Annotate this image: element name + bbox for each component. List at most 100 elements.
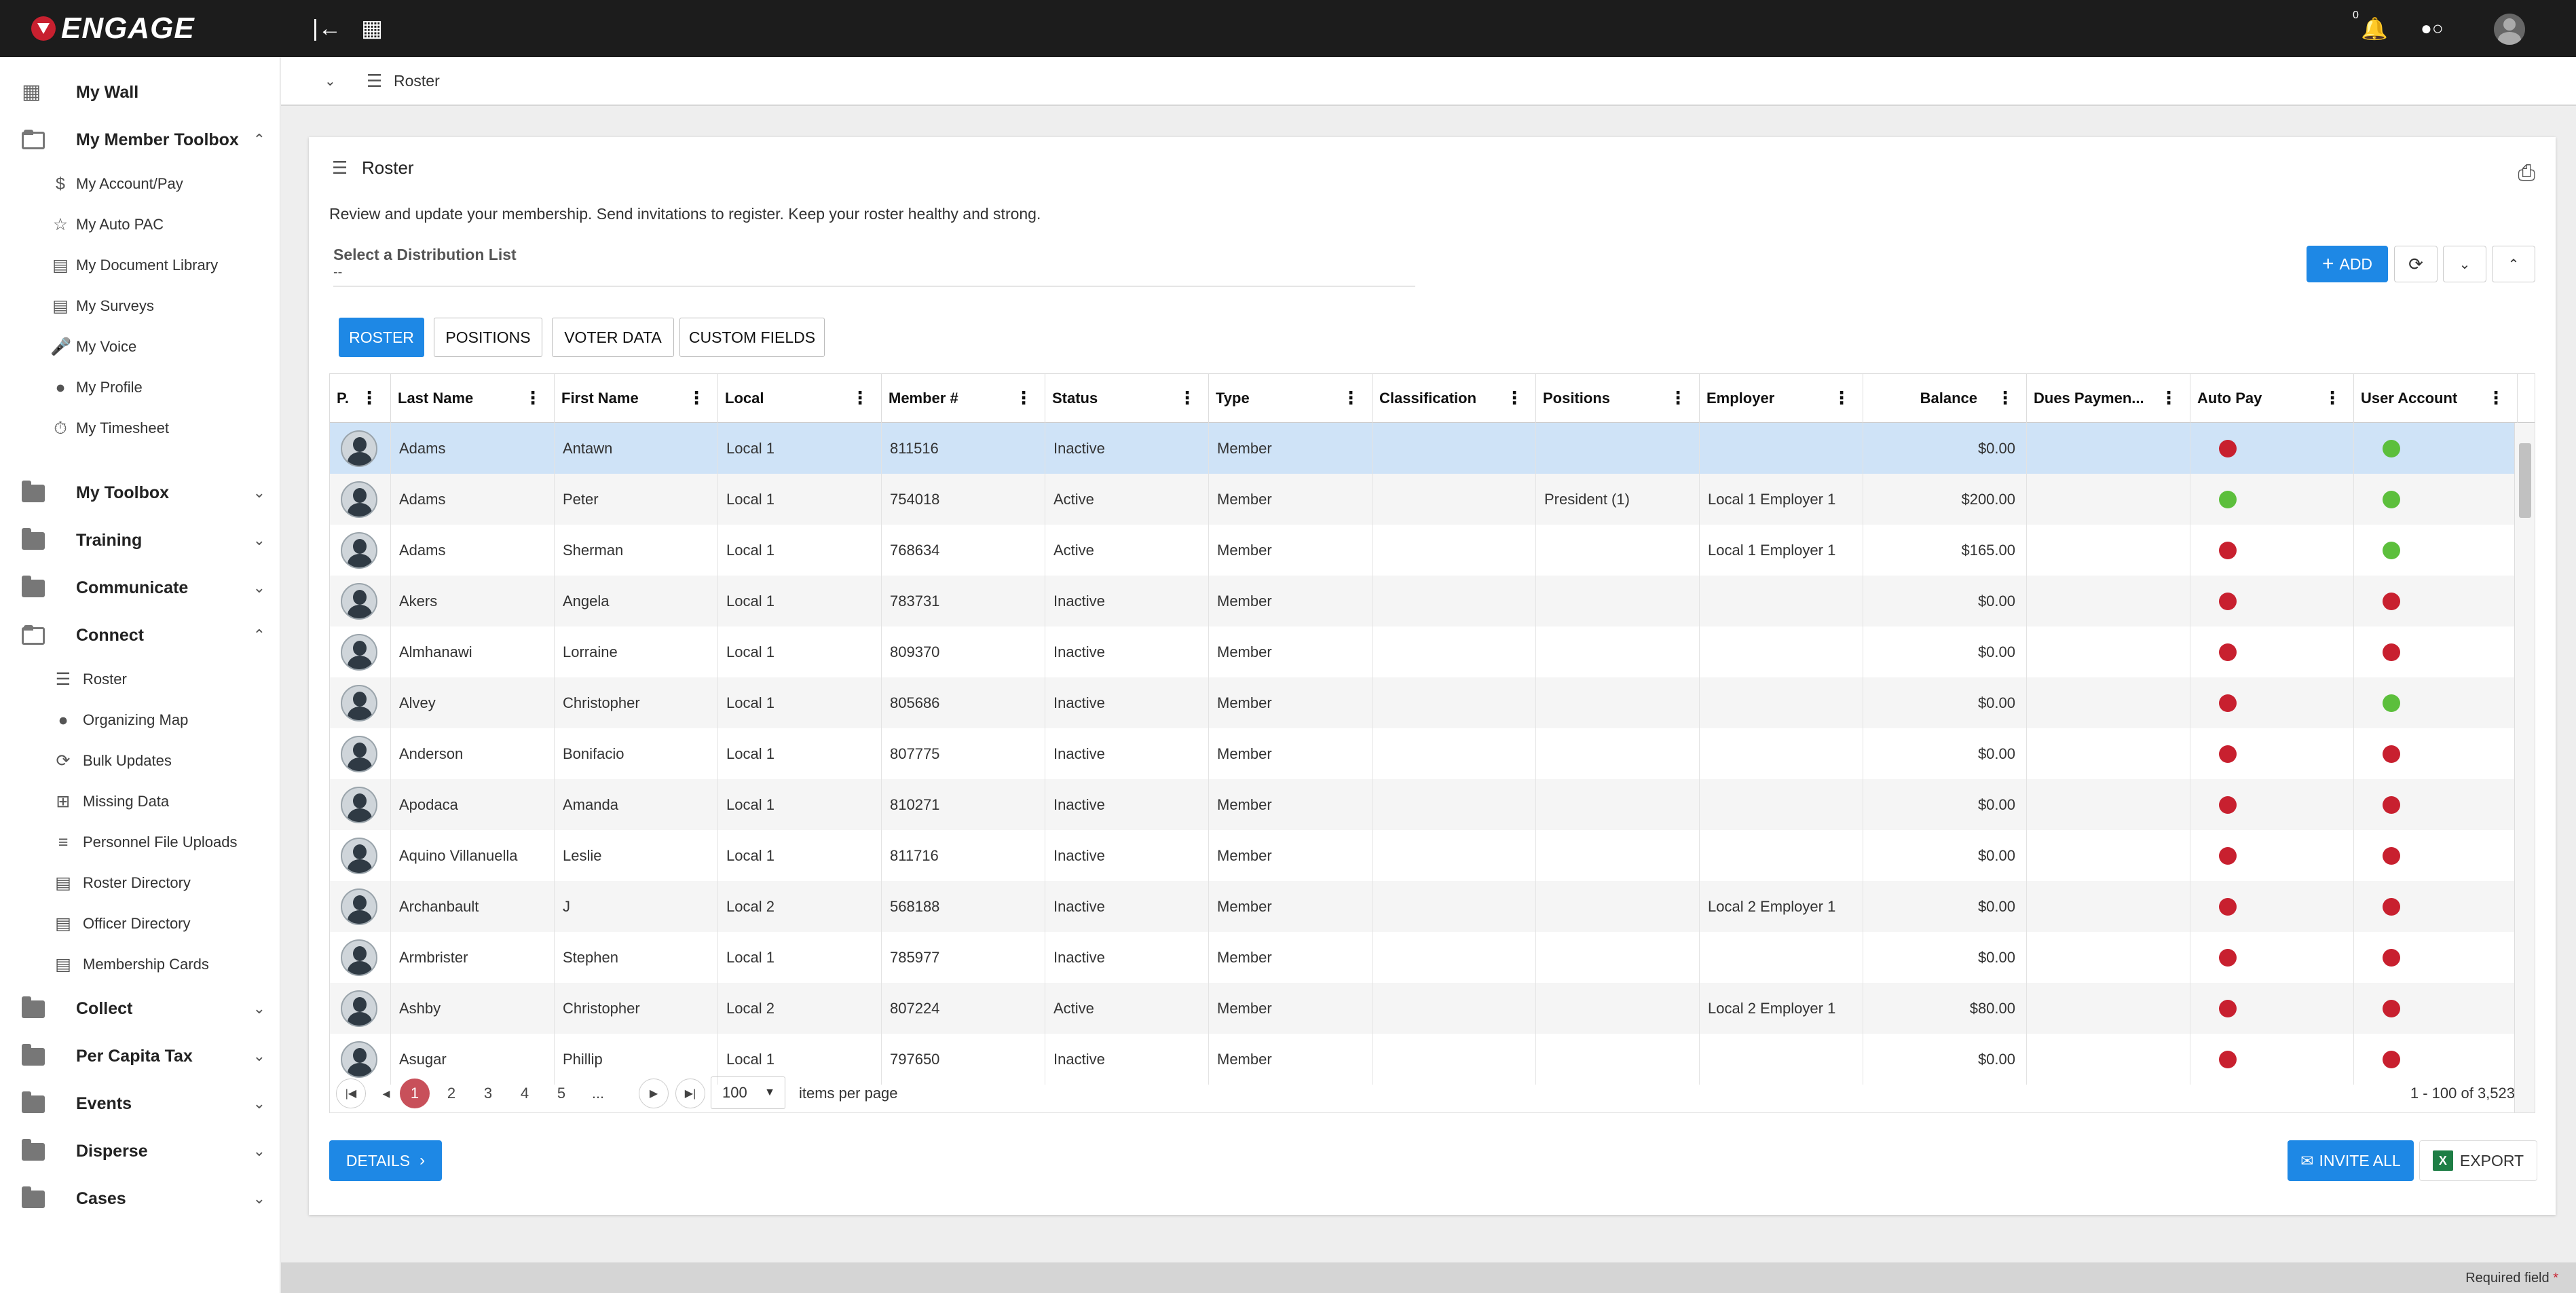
- page-size-select[interactable]: 100 ▼: [711, 1076, 785, 1109]
- next-page-button[interactable]: ▶: [639, 1079, 669, 1108]
- breadcrumb-chevron-down-icon[interactable]: ⌄: [324, 73, 336, 90]
- table-row[interactable]: Ashby Christopher Local 2 807224 Active Membe…: [330, 983, 2518, 1034]
- notifications-bell-icon[interactable]: 🔔: [2361, 15, 2388, 42]
- chevron-down-icon[interactable]: ⌄: [253, 484, 265, 502]
- column-header-p[interactable]: P. ⋮: [330, 374, 391, 423]
- tab-roster[interactable]: ROSTER: [339, 318, 424, 357]
- table-row[interactable]: Armbrister Stephen Local 1 785977 Inactive Me…: [330, 932, 2518, 983]
- sidebar-item-connect[interactable]: Connect ⌃: [0, 612, 280, 659]
- breadcrumb-label[interactable]: Roster: [394, 72, 440, 90]
- column-menu-icon[interactable]: ⋮: [688, 389, 705, 407]
- table-row[interactable]: Alvey Christopher Local 1 805686 Inactive Mem…: [330, 677, 2518, 728]
- column-menu-icon[interactable]: ⋮: [1342, 389, 1360, 407]
- expand-all-button[interactable]: ⌄: [2443, 246, 2486, 282]
- column-menu-icon[interactable]: ⋮: [851, 389, 869, 407]
- sidebar-item-officer-directory[interactable]: ▤ Officer Directory: [0, 903, 280, 944]
- sidebar-item-cases[interactable]: Cases ⌄: [0, 1175, 280, 1222]
- member-avatar[interactable]: [341, 990, 377, 1027]
- column-menu-icon[interactable]: ⋮: [1506, 389, 1523, 407]
- column-header-classification[interactable]: Classification ⋮: [1373, 374, 1536, 423]
- member-avatar[interactable]: [341, 735, 377, 772]
- column-header-last-name[interactable]: Last Name ⋮: [391, 374, 555, 423]
- first-page-button[interactable]: |◀: [336, 1079, 366, 1108]
- sidebar-item-roster-directory[interactable]: ▤ Roster Directory: [0, 863, 280, 903]
- sidebar-item-membership-cards[interactable]: ▤ Membership Cards: [0, 944, 280, 985]
- member-avatar[interactable]: [341, 582, 377, 620]
- member-avatar[interactable]: [341, 684, 377, 722]
- table-row[interactable]: Aquino Villanuella Leslie Local 1 811716 Ina…: [330, 830, 2518, 881]
- column-header-dues-paymen[interactable]: Dues Paymen... ⋮: [2027, 374, 2190, 423]
- distribution-list-select[interactable]: --: [333, 265, 1415, 286]
- collapse-sidebar-icon[interactable]: |←: [312, 15, 341, 42]
- column-header-user-account[interactable]: User Account ⋮: [2354, 374, 2518, 423]
- sidebar-item-my-document-library[interactable]: ▤ My Document Library: [0, 245, 280, 286]
- sidebar-item-training[interactable]: Training ⌄: [0, 517, 280, 564]
- sidebar-item-communicate[interactable]: Communicate ⌄: [0, 564, 280, 612]
- sidebar-item-roster[interactable]: ☰ Roster: [0, 659, 280, 700]
- column-menu-icon[interactable]: ⋮: [1833, 389, 1850, 407]
- page-5-button[interactable]: 5: [546, 1079, 576, 1108]
- sidebar-item-my-surveys[interactable]: ▤ My Surveys: [0, 286, 280, 326]
- chevron-down-icon[interactable]: ⌄: [253, 531, 265, 549]
- sidebar-item-missing-data[interactable]: ⊞ Missing Data: [0, 781, 280, 822]
- table-row[interactable]: Adams Antawn Local 1 811516 Inactive Member $0…: [330, 423, 2518, 474]
- column-header-balance[interactable]: Balance ⋮: [1863, 374, 2027, 423]
- column-menu-icon[interactable]: ⋮: [2323, 389, 2341, 407]
- table-row[interactable]: Akers Angela Local 1 783731 Inactive Member $0…: [330, 576, 2518, 626]
- column-header-first-name[interactable]: First Name ⋮: [555, 374, 718, 423]
- page-3-button[interactable]: 3: [473, 1079, 503, 1108]
- sidebar-item-events[interactable]: Events ⌄: [0, 1080, 280, 1127]
- sidebar-item-my-timesheet[interactable]: ⏱ My Timesheet: [0, 408, 280, 449]
- toggle-icon[interactable]: ●○: [2421, 15, 2444, 42]
- column-header-type[interactable]: Type ⋮: [1209, 374, 1373, 423]
- sidebar-item-my-voice[interactable]: 🎤 My Voice: [0, 326, 280, 367]
- column-menu-icon[interactable]: ⋮: [360, 389, 378, 407]
- sidebar-item-bulk-updates[interactable]: ⟳ Bulk Updates: [0, 741, 280, 781]
- user-avatar[interactable]: [2494, 14, 2525, 45]
- table-row[interactable]: Adams Peter Local 1 754018 Active Member Presi…: [330, 474, 2518, 525]
- export-button[interactable]: X EXPORT: [2419, 1140, 2537, 1181]
- grid-scrollbar-thumb[interactable]: [2519, 443, 2531, 518]
- invite-all-button[interactable]: ✉ INVITE ALL: [2288, 1140, 2414, 1181]
- sidebar-item-my-toolbox[interactable]: My Toolbox ⌄: [0, 469, 280, 517]
- add-button[interactable]: + ADD: [2307, 246, 2388, 282]
- tab-positions[interactable]: POSITIONS: [434, 318, 542, 357]
- chevron-down-icon[interactable]: ⌄: [253, 1000, 265, 1017]
- tab-voter-data[interactable]: VOTER DATA: [552, 318, 674, 357]
- chevron-down-icon[interactable]: ⌄: [253, 1095, 265, 1112]
- sidebar-item-organizing-map[interactable]: ● Organizing Map: [0, 700, 280, 741]
- sidebar-item-collect[interactable]: Collect ⌄: [0, 985, 280, 1032]
- member-avatar[interactable]: [341, 786, 377, 823]
- column-header-member[interactable]: Member # ⋮: [882, 374, 1045, 423]
- sidebar-item-disperse[interactable]: Disperse ⌄: [0, 1127, 280, 1175]
- column-header-local[interactable]: Local ⋮: [718, 374, 882, 423]
- member-avatar[interactable]: [341, 481, 377, 518]
- member-avatar[interactable]: [341, 1041, 377, 1078]
- sidebar-item-my-auto-pac[interactable]: ☆ My Auto PAC: [0, 204, 280, 245]
- sidebar-item-per-capita-tax[interactable]: Per Capita Tax ⌄: [0, 1032, 280, 1080]
- sidebar-item-my-member-toolbox[interactable]: My Member Toolbox ⌃: [0, 116, 280, 164]
- sidebar-item-my-profile[interactable]: ● My Profile: [0, 367, 280, 408]
- chevron-down-icon[interactable]: ⌄: [253, 1142, 265, 1160]
- engage-logo[interactable]: ENGAGE: [31, 12, 195, 45]
- sidebar-item-my-account-pay[interactable]: $ My Account/Pay: [0, 164, 280, 204]
- column-header-auto-pay[interactable]: Auto Pay ⋮: [2190, 374, 2354, 423]
- chevron-up-icon[interactable]: ⌃: [253, 131, 265, 149]
- member-avatar[interactable]: [341, 531, 377, 569]
- column-menu-icon[interactable]: ⋮: [2160, 389, 2178, 407]
- member-avatar[interactable]: [341, 888, 377, 925]
- collapse-all-button[interactable]: ⌃: [2492, 246, 2535, 282]
- member-avatar[interactable]: [341, 837, 377, 874]
- details-button[interactable]: DETAILS ›: [329, 1140, 442, 1181]
- chevron-up-icon[interactable]: ⌃: [253, 626, 265, 644]
- column-menu-icon[interactable]: ⋮: [1669, 389, 1687, 407]
- page-2-button[interactable]: 2: [436, 1079, 466, 1108]
- table-row[interactable]: Almhanawi Lorraine Local 1 809370 Inactive Me…: [330, 626, 2518, 677]
- sidebar-item-my-wall[interactable]: ▦ My Wall: [0, 69, 280, 116]
- grid-scrollbar[interactable]: [2514, 423, 2535, 1112]
- column-menu-icon[interactable]: ⋮: [524, 389, 542, 407]
- more-pages-button[interactable]: ...: [583, 1079, 613, 1108]
- prev-page-button[interactable]: ◀: [371, 1079, 401, 1108]
- column-menu-icon[interactable]: ⋮: [1996, 389, 2014, 407]
- tab-custom-fields[interactable]: CUSTOM FIELDS: [679, 318, 825, 357]
